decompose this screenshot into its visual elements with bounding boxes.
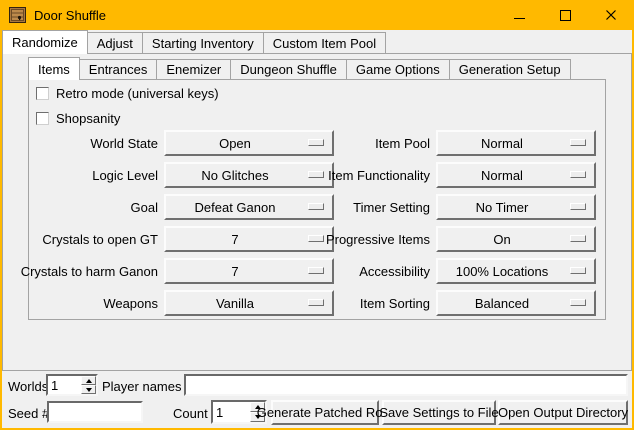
world-state-label: World State xyxy=(8,136,158,151)
progressive-items-dropdown[interactable]: On xyxy=(436,226,596,252)
maximize-icon xyxy=(560,10,571,21)
item-sorting-label: Item Sorting xyxy=(280,296,430,311)
shopsanity-checkbox[interactable] xyxy=(36,112,49,125)
minimize-icon xyxy=(514,18,525,19)
timer-setting-dropdown[interactable]: No Timer xyxy=(436,194,596,220)
dropdown-indicator-icon xyxy=(570,299,586,306)
close-icon xyxy=(605,9,617,21)
worlds-spin-up-button[interactable] xyxy=(81,376,96,385)
tab-dungeon-shuffle[interactable]: Dungeon Shuffle xyxy=(230,59,347,79)
maximize-button[interactable] xyxy=(542,0,588,30)
count-input[interactable] xyxy=(213,402,250,422)
triangle-up-icon xyxy=(86,379,92,383)
main-tab-bar: Randomize Adjust Starting Inventory Cust… xyxy=(2,30,386,54)
save-settings-button[interactable]: Save Settings to File xyxy=(382,400,496,425)
progressive-items-label: Progressive Items xyxy=(280,232,430,247)
app-window: Door Shuffle Randomize Adjust Starting I… xyxy=(0,0,634,430)
worlds-spinner[interactable] xyxy=(46,374,98,396)
tab-enemizer[interactable]: Enemizer xyxy=(156,59,231,79)
tab-starting-inventory[interactable]: Starting Inventory xyxy=(142,32,264,53)
tab-items[interactable]: Items xyxy=(28,57,80,80)
count-label: Count xyxy=(173,406,208,421)
item-sorting-dropdown[interactable]: Balanced xyxy=(436,290,596,316)
accessibility-dropdown[interactable]: 100% Locations xyxy=(436,258,596,284)
logic-level-label: Logic Level xyxy=(8,168,158,183)
title-bar[interactable]: Door Shuffle xyxy=(0,0,634,30)
crystals-open-gt-label: Crystals to open GT xyxy=(8,232,158,247)
crystals-harm-ganon-label: Crystals to harm Ganon xyxy=(8,264,158,279)
dropdown-indicator-icon xyxy=(570,139,586,146)
tab-randomize[interactable]: Randomize xyxy=(2,30,88,54)
item-functionality-dropdown[interactable]: Normal xyxy=(436,162,596,188)
seed-label: Seed # xyxy=(8,406,49,421)
open-output-directory-button[interactable]: Open Output Directory xyxy=(498,400,628,425)
window-title: Door Shuffle xyxy=(34,8,106,23)
shopsanity-label: Shopsanity xyxy=(56,111,120,126)
dropdown-indicator-icon xyxy=(570,235,586,242)
tab-generation-setup[interactable]: Generation Setup xyxy=(449,59,571,79)
retro-mode-label: Retro mode (universal keys) xyxy=(56,86,219,101)
retro-mode-checkbox[interactable] xyxy=(36,87,49,100)
sub-tab-bar: Items Entrances Enemizer Dungeon Shuffle… xyxy=(28,57,571,80)
worlds-spin-down-button[interactable] xyxy=(81,385,96,394)
dropdown-indicator-icon xyxy=(570,171,586,178)
minimize-button[interactable] xyxy=(496,0,542,30)
item-pool-label: Item Pool xyxy=(280,136,430,151)
player-names-input[interactable] xyxy=(184,374,628,396)
timer-setting-label: Timer Setting xyxy=(280,200,430,215)
close-button[interactable] xyxy=(588,0,634,30)
dropdown-indicator-icon xyxy=(570,203,586,210)
item-pool-dropdown[interactable]: Normal xyxy=(436,130,596,156)
goal-label: Goal xyxy=(8,200,158,215)
seed-input[interactable] xyxy=(47,401,143,423)
client-area: Randomize Adjust Starting Inventory Cust… xyxy=(2,30,632,428)
player-names-label: Player names xyxy=(102,379,181,394)
tab-custom-item-pool[interactable]: Custom Item Pool xyxy=(263,32,386,53)
worlds-input[interactable] xyxy=(48,376,81,394)
weapons-label: Weapons xyxy=(8,296,158,311)
app-door-icon xyxy=(9,7,26,23)
generate-patched-rom-button[interactable]: Generate Patched Rom xyxy=(271,400,379,425)
item-functionality-label: Item Functionality xyxy=(280,168,430,183)
tab-adjust[interactable]: Adjust xyxy=(87,32,143,53)
worlds-label: Worlds xyxy=(8,379,48,394)
dropdown-indicator-icon xyxy=(570,267,586,274)
accessibility-label: Accessibility xyxy=(280,264,430,279)
triangle-down-icon xyxy=(86,388,92,392)
tab-entrances[interactable]: Entrances xyxy=(79,59,158,79)
tab-game-options[interactable]: Game Options xyxy=(346,59,450,79)
